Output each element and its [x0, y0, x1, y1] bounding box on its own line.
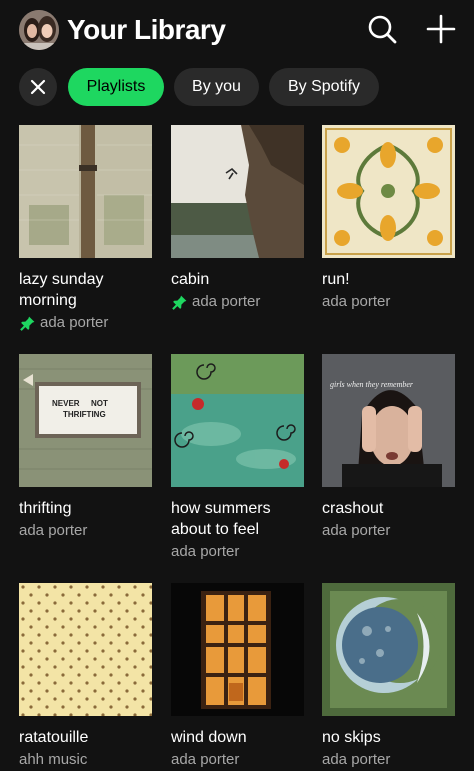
- playlist-owner-row: ada porter: [19, 520, 152, 542]
- playlist-card-crashout[interactable]: girls when they remember crashout ada po…: [322, 354, 455, 542]
- playlist-owner-row: ada porter: [171, 291, 304, 313]
- playlist-cover: [322, 125, 455, 258]
- playlist-card-no-skips[interactable]: no skips ada porter: [322, 583, 455, 771]
- avatar[interactable]: [19, 10, 59, 50]
- cover-text: NOT: [91, 399, 108, 408]
- playlist-cover: [322, 583, 455, 716]
- playlist-owner: ada porter: [192, 293, 261, 310]
- playlist-cover: [171, 354, 304, 487]
- playlist-owner-row: ada porter: [171, 749, 304, 771]
- playlist-title-line: crashout: [322, 500, 384, 517]
- cover-text: THRIFTING: [63, 410, 106, 419]
- library-header: Your Library: [0, 0, 474, 60]
- pin-icon: [172, 295, 187, 310]
- playlist-title: thrifting: [19, 498, 159, 519]
- close-icon: [30, 79, 46, 95]
- playlist-owner-row: ada porter: [322, 291, 455, 313]
- playlist-cover: [171, 583, 304, 716]
- playlist-card-wind-down[interactable]: wind down ada porter: [171, 583, 304, 771]
- playlist-cover: girls when they remember: [322, 354, 455, 487]
- playlist-owner-row: ada porter: [322, 520, 455, 542]
- cover-caption: girls when they remember: [330, 380, 414, 389]
- playlist-owner-row: ada porter: [171, 541, 304, 563]
- playlist-title: ratatouille: [19, 727, 159, 748]
- cover-text: NEVER: [52, 399, 80, 408]
- playlist-title-line: ratatouille: [19, 729, 89, 746]
- playlist-owner-row: ada porter: [322, 749, 455, 771]
- chip-by-you[interactable]: By you: [174, 68, 259, 106]
- playlist-title-line: no skips: [322, 729, 381, 746]
- playlist-card-run[interactable]: run! ada porter: [322, 125, 455, 313]
- playlist-card-ratatouille[interactable]: ratatouille ahh music: [19, 583, 152, 771]
- playlist-title: wind down: [171, 727, 311, 748]
- playlist-cover: [171, 125, 304, 258]
- playlist-title-line: how summers: [171, 500, 271, 517]
- playlist-title-line: wind down: [171, 729, 247, 746]
- playlist-owner: ada porter: [40, 314, 109, 331]
- playlist-title-line: morning: [19, 292, 77, 309]
- playlist-title-line: run!: [322, 271, 350, 288]
- playlist-title: crashout: [322, 498, 462, 519]
- playlist-title: cabin: [171, 269, 311, 290]
- playlist-owner: ada porter: [171, 751, 240, 768]
- playlist-card-lazy-sunday-morning[interactable]: lazy sunday morning ada porter: [19, 125, 152, 334]
- playlist-title-line: lazy sunday: [19, 271, 104, 288]
- playlist-title: no skips: [322, 727, 462, 748]
- playlist-owner-row: ada porter: [19, 312, 152, 334]
- playlist-owner: ahh music: [19, 751, 88, 768]
- playlist-title: lazy sunday morning: [19, 269, 159, 311]
- playlist-title: how summers about to feel: [171, 498, 311, 540]
- page-title: Your Library: [67, 14, 226, 45]
- playlist-owner: ada porter: [322, 522, 391, 539]
- playlist-cover: [19, 583, 152, 716]
- plus-icon[interactable]: [424, 12, 458, 46]
- pin-icon: [20, 316, 35, 331]
- playlist-owner: ada porter: [322, 293, 391, 310]
- playlist-card-how-summers-about-to-feel[interactable]: how summers about to feel ada porter: [171, 354, 304, 563]
- playlist-card-thrifting[interactable]: NEVER NOT THRIFTING thrifting ada porter: [19, 354, 152, 542]
- playlist-title: run!: [322, 269, 462, 290]
- playlist-title-line: about to feel: [171, 521, 260, 538]
- playlist-owner: ada porter: [171, 543, 240, 560]
- search-icon[interactable]: [365, 12, 399, 46]
- chip-by-spotify[interactable]: By Spotify: [269, 68, 379, 106]
- playlist-cover: NEVER NOT THRIFTING: [19, 354, 152, 487]
- playlist-owner: ada porter: [322, 751, 391, 768]
- chip-playlists[interactable]: Playlists: [68, 68, 164, 106]
- playlist-title-line: cabin: [171, 271, 210, 288]
- playlist-owner: ada porter: [19, 522, 88, 539]
- playlist-owner-row: ahh music: [19, 749, 152, 771]
- playlist-card-cabin[interactable]: cabin ada porter: [171, 125, 304, 313]
- playlist-title-line: thrifting: [19, 500, 72, 517]
- clear-filter-button[interactable]: [19, 68, 57, 106]
- playlist-cover: [19, 125, 152, 258]
